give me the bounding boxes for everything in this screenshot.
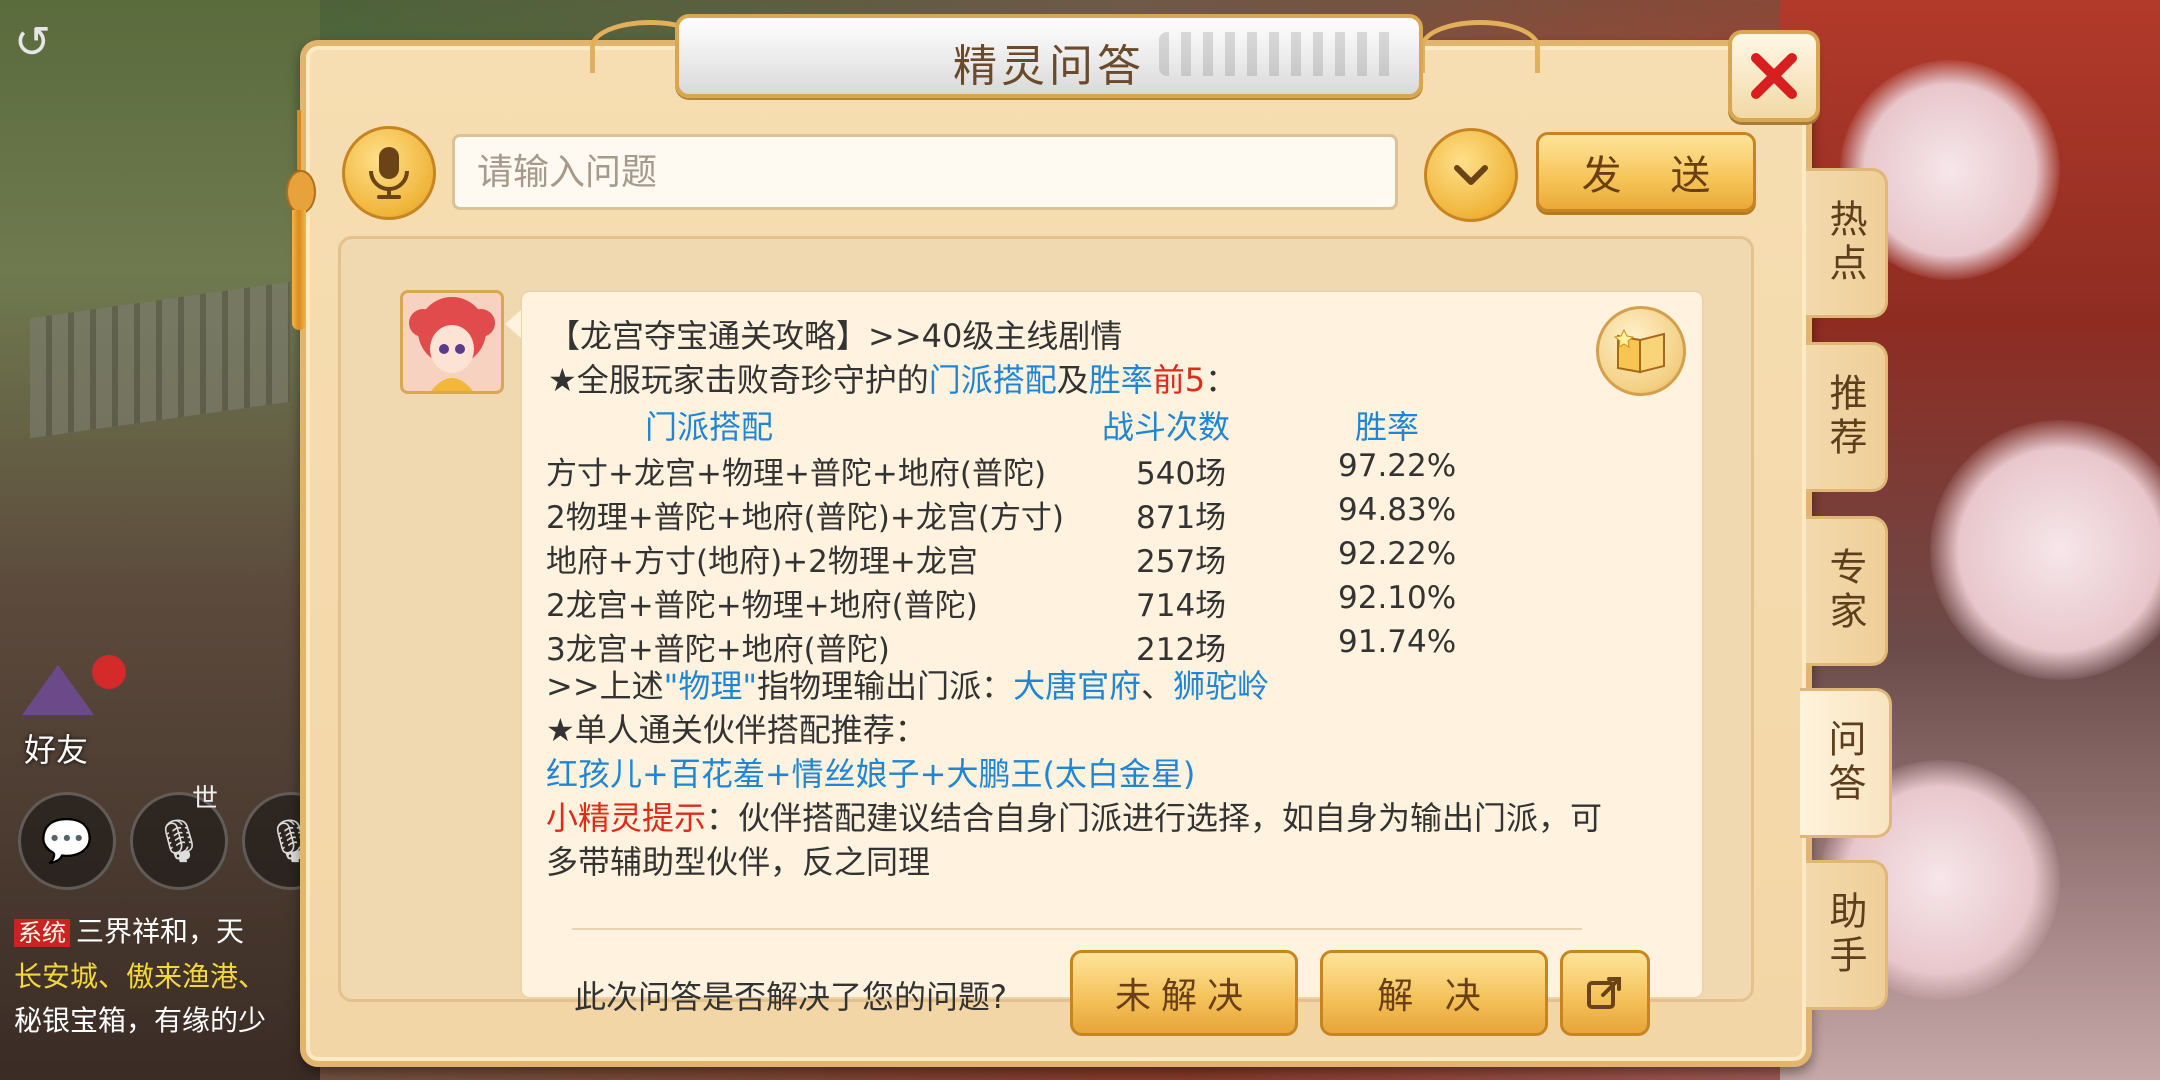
share-icon — [1587, 977, 1621, 1009]
winrate-cell: 92.22% — [1338, 536, 1457, 572]
voice-input-button[interactable] — [342, 126, 436, 220]
tip-line: 小精灵提示：伙伴搭配建议结合自身门派进行选择，如自身为输出门派，可 — [546, 798, 1602, 838]
battles-cell: 212场 — [1136, 632, 1227, 668]
winrate-cell: 92.10% — [1338, 580, 1457, 616]
tip-line-continued: 多带辅助型伙伴，反之同理 — [546, 843, 931, 881]
chat-line: 系统 三界祥和，天 — [14, 910, 314, 955]
system-tag: 系统 — [14, 919, 70, 947]
tab-recommend[interactable]: 推荐 — [1806, 342, 1888, 492]
tab-label: 专家 — [1823, 547, 1867, 635]
combo-cell: 方寸+龙宫+物理+普陀+地府(普陀) — [546, 456, 1047, 492]
bubble-tail — [505, 310, 521, 338]
chat-line: 长安城、傲来渔港、 — [14, 960, 267, 993]
solved-button[interactable]: 解 决 — [1320, 950, 1548, 1036]
cherry-blossom — [1930, 420, 2160, 680]
intro-link-winrate[interactable]: 胜率 — [1089, 361, 1153, 399]
close-icon — [1751, 53, 1797, 99]
book-icon — [1614, 328, 1665, 374]
send-button[interactable]: 发 送 — [1536, 132, 1756, 212]
column-header-combo: 门派搭配 — [645, 408, 774, 446]
intro-text: ★全服玩家击败奇珍守护的 — [548, 361, 929, 399]
tab-assistant[interactable]: 助手 — [1806, 860, 1888, 1010]
winrate-cell: 97.22% — [1338, 448, 1457, 484]
guide-book-button[interactable] — [1596, 306, 1686, 396]
title-ornament-right — [1420, 20, 1540, 73]
friend-button[interactable]: 好友 — [10, 655, 126, 775]
share-button[interactable] — [1560, 950, 1650, 1036]
friend-label: 好友 — [24, 731, 89, 769]
answer-intro: ★全服玩家击败奇珍守护的门派搭配及胜率前5： — [548, 360, 1237, 400]
tip-label: 小精灵提示 — [546, 799, 707, 837]
microphone-icon: 🎙 — [152, 816, 206, 865]
question-input[interactable] — [452, 134, 1398, 210]
chat-line: 秘银宝箱，有缘的少 — [14, 1004, 267, 1037]
tip-text: ：伙伴搭配建议结合自身门派进行选择，如自身为输出门派，可 — [706, 799, 1603, 837]
chat-text: 三界祥和，天 — [76, 915, 245, 948]
tab-hot[interactable]: 热点 — [1806, 168, 1888, 318]
notification-dot — [92, 655, 126, 689]
scene-roof — [30, 281, 290, 439]
battles-cell: 871场 — [1136, 500, 1227, 536]
battles-cell: 540场 — [1136, 456, 1227, 492]
tassel-ornament — [282, 110, 316, 330]
sprite-avatar — [400, 290, 504, 394]
note-term: "物理" — [663, 667, 758, 705]
feedback-question: 此次问答是否解决了您的问题? — [574, 978, 1007, 1016]
note-text: >>上述 — [546, 667, 664, 705]
note-text: 、 — [1141, 667, 1174, 705]
chevron-down-icon — [1454, 165, 1488, 185]
note-text: 指物理输出门派： — [757, 667, 1014, 705]
chat-bubble-button[interactable]: 💬 — [18, 792, 116, 890]
tab-qa[interactable]: 问答 — [1800, 688, 1892, 838]
school-link-shituo[interactable]: 狮驼岭 — [1173, 667, 1269, 705]
partner-heading: ★单人通关伙伴搭配推荐： — [546, 711, 927, 749]
winrate-cell: 91.74% — [1338, 624, 1457, 660]
column-header-battles: 战斗次数 — [1102, 408, 1231, 446]
battles-cell: 257场 — [1136, 544, 1227, 580]
partner-combo-link[interactable]: 红孩儿+百花羞+情丝娘子+大鹏王(太白金星) — [546, 754, 1195, 794]
tab-label: 助手 — [1823, 891, 1867, 979]
title-plate: 精灵问答 — [675, 14, 1423, 98]
combo-cell: 3龙宫+普陀+地府(普陀) — [546, 632, 890, 668]
intro-text: ： — [1205, 361, 1238, 399]
intro-top-count: 前5 — [1152, 361, 1206, 399]
physical-note: >>上述"物理"指物理输出门派：大唐官府、狮驼岭 — [546, 666, 1269, 706]
school-link-datang[interactable]: 大唐官府 — [1013, 667, 1141, 705]
feedback-divider — [572, 928, 1582, 930]
intro-text: 及 — [1056, 361, 1089, 399]
chat-log: 系统 三界祥和，天 长安城、傲来渔港、 秘银宝箱，有缘的少 — [14, 910, 314, 1043]
intro-link-school-combo[interactable]: 门派搭配 — [929, 361, 1057, 399]
combo-cell: 2物理+普陀+地府(普陀)+龙宫(方寸) — [546, 500, 1065, 536]
tab-label: 问答 — [1822, 719, 1866, 807]
combo-cell: 地府+方寸(地府)+2物理+龙宫 — [546, 544, 978, 580]
tab-expert[interactable]: 专家 — [1806, 516, 1888, 666]
microphone-icon — [369, 147, 409, 199]
close-button[interactable] — [1728, 30, 1820, 122]
friend-avatar-icon — [22, 665, 94, 715]
battles-cell: 714场 — [1136, 588, 1227, 624]
answer-heading: 【龙宫夺宝通关攻略】>>40级主线剧情 — [548, 317, 1123, 355]
tab-label: 热点 — [1823, 199, 1867, 287]
history-dropdown-button[interactable] — [1424, 128, 1518, 222]
winrate-cell: 94.83% — [1338, 492, 1457, 528]
dialog-title: 精灵问答 — [953, 41, 1145, 92]
column-header-winrate: 胜率 — [1355, 408, 1420, 446]
world-channel-label: 世 — [192, 784, 219, 814]
unsolved-button[interactable]: 未解决 — [1070, 950, 1298, 1036]
combo-cell: 2龙宫+普陀+物理+地府(普陀) — [546, 588, 978, 624]
chat-bubble-icon: 💬 — [40, 816, 94, 865]
game-menu-icon[interactable]: ↺ — [14, 20, 60, 66]
tab-label: 推荐 — [1823, 373, 1867, 461]
